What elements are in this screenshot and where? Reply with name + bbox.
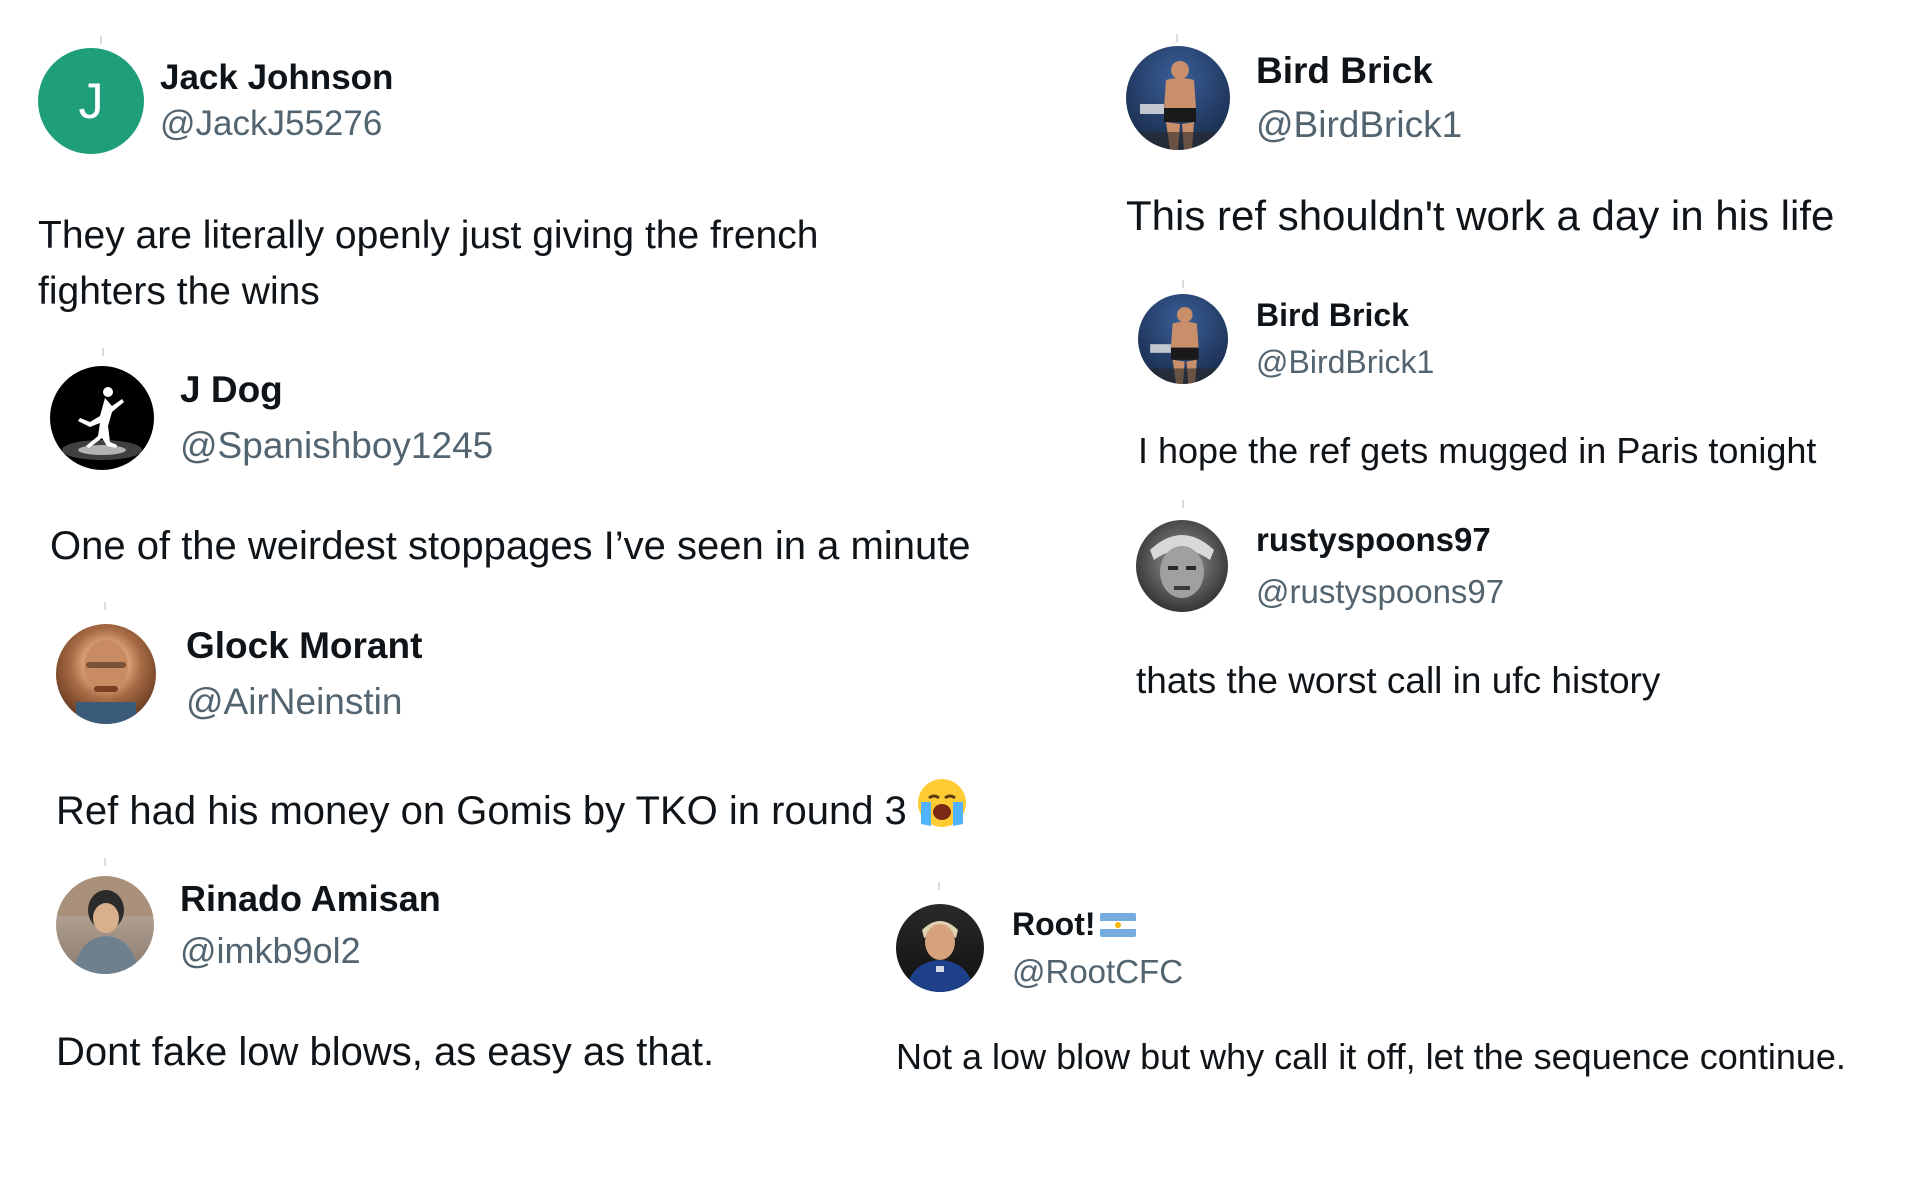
loudly-crying-face-emoji [915,776,969,840]
tweet-header: J Jack Johnson @JackJ55276 [38,48,918,154]
tweet-text: This ref shouldn't work a day in his lif… [1126,192,1835,239]
tweet-text: Ref had his money on Gomis by TKO in rou… [56,776,1056,840]
display-name[interactable]: Glock Morant [186,625,422,667]
tweet-header: Root! @RootCFC [896,904,1906,992]
avatar[interactable] [1138,294,1228,384]
avatar[interactable] [896,904,984,992]
user-handle[interactable]: @BirdBrick1 [1256,104,1462,146]
avatar[interactable] [56,624,156,724]
thread-connector [104,602,106,610]
thread-connector [1176,34,1178,42]
display-name-text: Root! [1012,905,1096,942]
display-name[interactable]: Jack Johnson [160,58,393,98]
tweet-card: Bird Brick @BirdBrick1 This ref shouldn'… [1126,34,1896,240]
fighter-profile-photo [1138,306,1228,384]
tweet-card: rustyspoons97 @rustyspoons97 thats the w… [1136,500,1896,702]
thread-connector [102,348,104,356]
tweet-text: I hope the ref gets mugged in Paris toni… [1138,430,1817,471]
avatar[interactable] [1136,520,1228,612]
display-name[interactable]: rustyspoons97 [1256,521,1504,559]
tweet-text: They are literally openly just giving th… [38,214,819,313]
thread-connector [1182,280,1184,288]
avatar[interactable] [50,366,154,470]
avatar[interactable] [1126,46,1230,150]
tweet-header: rustyspoons97 @rustyspoons97 [1136,520,1896,612]
tweet-header: Bird Brick @BirdBrick1 [1126,46,1896,150]
user-handle[interactable]: @imkb9ol2 [180,930,441,972]
tweet-text-content: Ref had his money on Gomis by TKO in rou… [56,789,907,833]
tweet-card: Rinado Amisan @imkb9ol2 Dont fake low bl… [56,858,876,1075]
tweet-card: J Jack Johnson @JackJ55276 They are lite… [38,36,918,320]
user-handle[interactable]: @JackJ55276 [160,104,393,144]
tweet-text: One of the weirdest stoppages I’ve seen … [50,524,971,568]
fighter-profile-photo [1126,61,1230,150]
grayscale-profile-photo [1150,535,1214,598]
user-handle[interactable]: @RootCFC [1012,953,1183,991]
tweet-text: thats the worst call in ufc history [1136,660,1661,701]
thread-connector [938,882,940,890]
tweet-text: Not a low blow but why call it off, let … [896,1036,1846,1077]
tweet-header: Rinado Amisan @imkb9ol2 [56,876,876,974]
display-name[interactable]: J Dog [180,369,493,411]
user-handle[interactable]: @AirNeinstin [186,681,422,723]
tweet-text: Dont fake low blows, as easy as that. [56,1030,715,1074]
jumpman-logo-icon [62,387,142,460]
thread-connector [104,858,106,866]
profile-photo [76,640,136,724]
tweet-header: Bird Brick @BirdBrick1 [1138,294,1898,384]
tweet-card: Bird Brick @BirdBrick1 I hope the ref ge… [1138,280,1898,472]
display-name[interactable]: Bird Brick [1256,50,1462,92]
display-name[interactable]: Rinado Amisan [180,878,441,920]
display-name[interactable]: Root! [1012,906,1183,943]
thread-connector [1182,500,1184,508]
tweet-card: Glock Morant @AirNeinstin Ref had his mo… [56,602,1056,840]
tweet-card: J Dog @Spanishboy1245 One of the weirdes… [50,348,1110,569]
tweet-header: Glock Morant @AirNeinstin [56,624,1056,724]
argentina-flag-icon [1099,912,1136,937]
footballer-profile-photo [906,921,974,992]
tweet-header: J Dog @Spanishboy1245 [50,366,1110,470]
avatar[interactable] [56,876,154,974]
user-handle[interactable]: @rustyspoons97 [1256,573,1504,611]
profile-photo [56,876,154,974]
avatar-letter: J [78,73,104,129]
avatar[interactable]: J [38,48,144,154]
display-name[interactable]: Bird Brick [1256,297,1434,334]
thread-connector [100,36,102,44]
user-handle[interactable]: @BirdBrick1 [1256,344,1434,381]
user-handle[interactable]: @Spanishboy1245 [180,425,493,467]
tweet-card: Root! @RootCFC Not a low blow but why ca… [896,882,1906,1078]
